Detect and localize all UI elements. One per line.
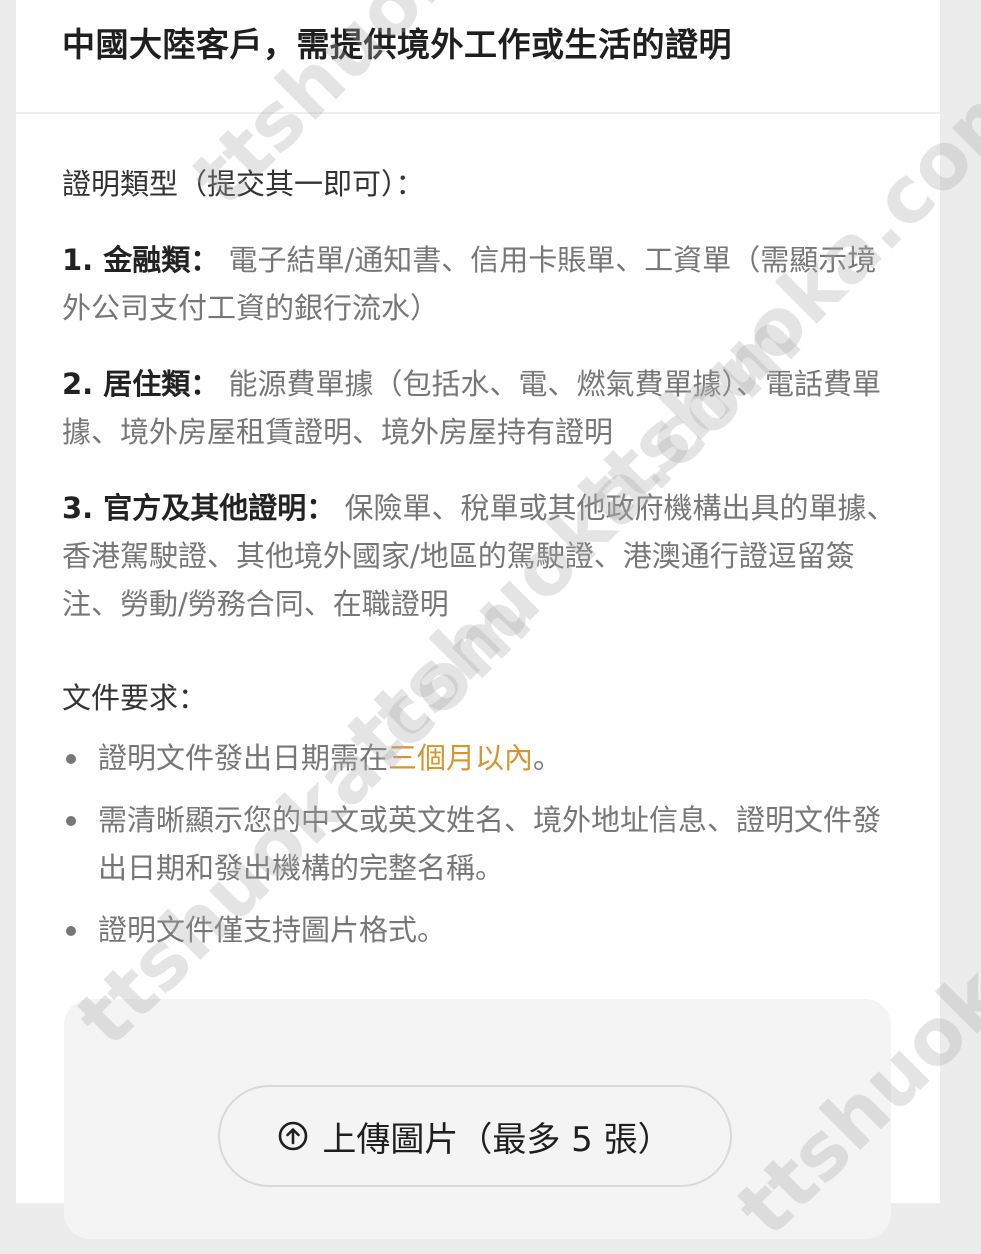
list-item: 證明文件發出日期需在三個月以內。 — [62, 734, 902, 782]
requirement-text-end: 。 — [533, 741, 563, 775]
page-title: 中國大陸客戶，需提供境外工作或生活的證明 — [62, 25, 732, 64]
category-head: 2. 居住類： — [62, 367, 220, 401]
category-official: 3. 官方及其他證明： 保險單、稅單或其他政府機構出具的單據、香港駕駛證、其他境… — [62, 484, 902, 628]
upload-arrow-circle-icon — [279, 1121, 308, 1151]
requirement-text: 需清晰顯示您的中文或英文姓名、境外地址信息、證明文件發出日期和發出機構的完整名稱… — [98, 803, 882, 885]
proof-types-label: 證明類型（提交其一即可）： — [62, 167, 425, 201]
category-financial: 1. 金融類： 電子結單/通知書、信用卡賬單、工資單（需顯示境外公司支付工資的銀… — [62, 236, 902, 332]
bullet-icon — [66, 926, 76, 936]
requirements-label: 文件要求： — [62, 681, 208, 715]
list-item: 證明文件僅支持圖片格式。 — [62, 906, 902, 954]
content: 證明類型（提交其一即可）： 1. 金融類： 電子結單/通知書、信用卡賬單、工資單… — [62, 160, 902, 947]
category-head: 3. 官方及其他證明： — [62, 491, 336, 525]
bullet-icon — [66, 754, 76, 764]
header: 中國大陸客戶，需提供境外工作或生活的證明 — [16, 0, 940, 114]
requirement-text: 證明文件僅支持圖片格式。 — [98, 913, 447, 947]
upload-area: 上傳圖片（最多 5 張） — [64, 999, 891, 1239]
requirements-list: 證明文件發出日期需在三個月以內。 需清晰顯示您的中文或英文姓名、境外地址信息、證… — [62, 734, 902, 968]
requirement-text: 證明文件發出日期需在 — [98, 741, 389, 775]
upload-button-label: 上傳圖片（最多 5 張） — [322, 1119, 672, 1160]
highlight-text: 三個月以內 — [388, 741, 534, 775]
category-residence: 2. 居住類： 能源費單據（包括水、電、燃氣費單據）、電話費單據、境外房屋租賃證… — [62, 360, 902, 456]
upload-button[interactable]: 上傳圖片（最多 5 張） — [218, 1085, 732, 1187]
main-card: 中國大陸客戶，需提供境外工作或生活的證明 證明類型（提交其一即可）： 1. 金融… — [16, 0, 940, 1239]
list-item: 需清晰顯示您的中文或英文姓名、境外地址信息、證明文件發出日期和發出機構的完整名稱… — [62, 796, 902, 892]
category-head: 1. 金融類： — [62, 243, 220, 277]
bullet-icon — [66, 816, 76, 826]
